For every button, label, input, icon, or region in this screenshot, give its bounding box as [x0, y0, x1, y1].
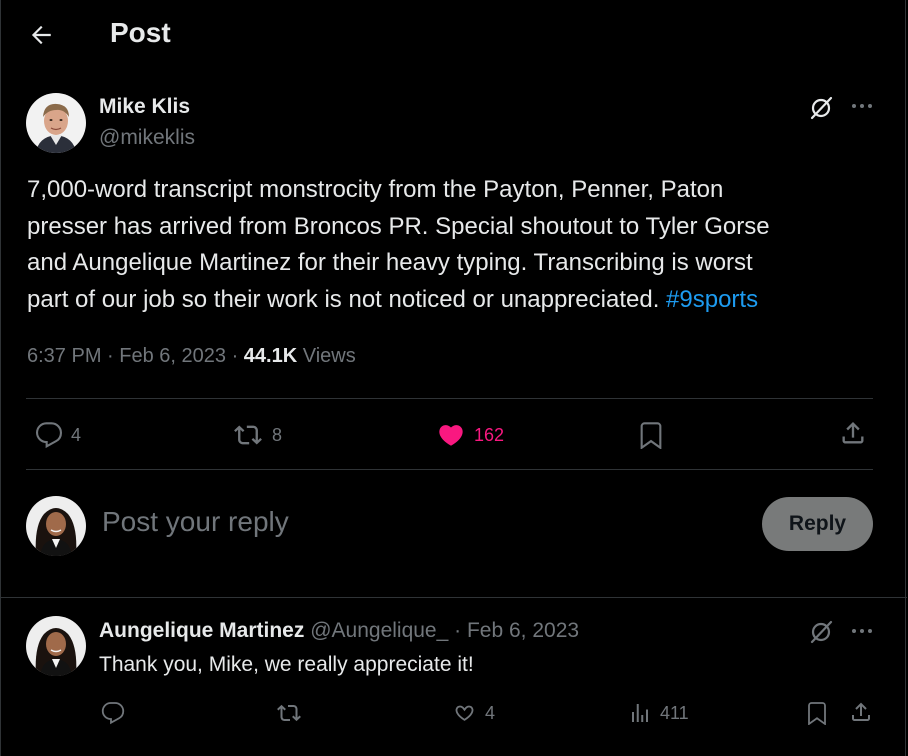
post-page: Post Mike Klis @mikeklis 7,000-word tran…: [0, 0, 907, 756]
divider: [26, 398, 873, 399]
post-text: 7,000-word transcript monstrocity from t…: [27, 172, 887, 318]
reply-author-line: Aungelique Martinez @Aungelique_ · Feb 6…: [99, 619, 579, 643]
repost-count: 8: [272, 424, 283, 445]
back-arrow-icon[interactable]: [28, 22, 54, 48]
author-avatar[interactable]: [26, 93, 86, 153]
grok-icon[interactable]: [808, 619, 834, 645]
meta-separator: ·: [231, 345, 244, 367]
post-time[interactable]: 6:37 PM: [27, 345, 101, 367]
more-icon[interactable]: [850, 102, 874, 110]
heart-icon: [439, 425, 463, 446]
post-body: 7,000-word transcript monstrocity from t…: [27, 176, 770, 313]
share-icon[interactable]: [849, 700, 873, 724]
like-count: 162: [474, 424, 505, 445]
reply-icon[interactable]: [101, 701, 125, 725]
reply-views-count: 411: [660, 702, 689, 723]
reply-text: Thank you, Mike, we really appreciate it…: [99, 653, 474, 676]
divider: [26, 469, 873, 470]
repost-button[interactable]: 8: [232, 421, 282, 449]
like-button[interactable]: 162: [436, 421, 504, 449]
reply-icon: [35, 422, 63, 449]
reply-author-name[interactable]: Aungelique Martinez: [99, 619, 304, 642]
composer-avatar[interactable]: [26, 496, 86, 556]
author-handle[interactable]: @mikeklis: [99, 126, 195, 150]
heart-icon: [455, 705, 474, 721]
bookmark-icon[interactable]: [805, 701, 829, 725]
reply-date[interactable]: Feb 6, 2023: [467, 619, 579, 642]
post-date[interactable]: Feb 6, 2023: [119, 345, 226, 367]
meta-separator: ·: [107, 345, 120, 367]
reply-like-count: 4: [485, 702, 496, 723]
share-icon[interactable]: [839, 419, 867, 447]
author-name[interactable]: Mike Klis: [99, 95, 190, 119]
reply-like-button[interactable]: 4: [452, 701, 495, 725]
reply-author-avatar[interactable]: [26, 616, 86, 676]
divider: [1, 597, 907, 598]
reply-count: 4: [71, 424, 82, 445]
hashtag-link[interactable]: #9sports: [666, 286, 758, 313]
post-meta: 6:37 PM · Feb 6, 2023 · 44.1K Views: [27, 345, 356, 368]
reply-submit-button[interactable]: Reply: [762, 497, 873, 551]
page-title: Post: [110, 17, 171, 48]
grok-icon[interactable]: [808, 95, 834, 121]
reply-author-handle[interactable]: @Aungelique_: [310, 619, 448, 642]
views-count: 44.1K: [243, 345, 298, 367]
reply-separator: ·: [454, 619, 462, 642]
page-header: Post: [1, 0, 905, 70]
bookmark-icon[interactable]: [637, 421, 665, 449]
more-icon[interactable]: [850, 627, 874, 635]
reply-views-button[interactable]: 411: [628, 701, 689, 725]
reply-input[interactable]: Post your reply: [102, 506, 289, 538]
views-icon: [632, 704, 648, 722]
views-label: Views: [302, 345, 356, 367]
repost-icon[interactable]: [275, 701, 303, 725]
reply-button[interactable]: 4: [35, 421, 81, 449]
repost-icon: [234, 425, 262, 445]
